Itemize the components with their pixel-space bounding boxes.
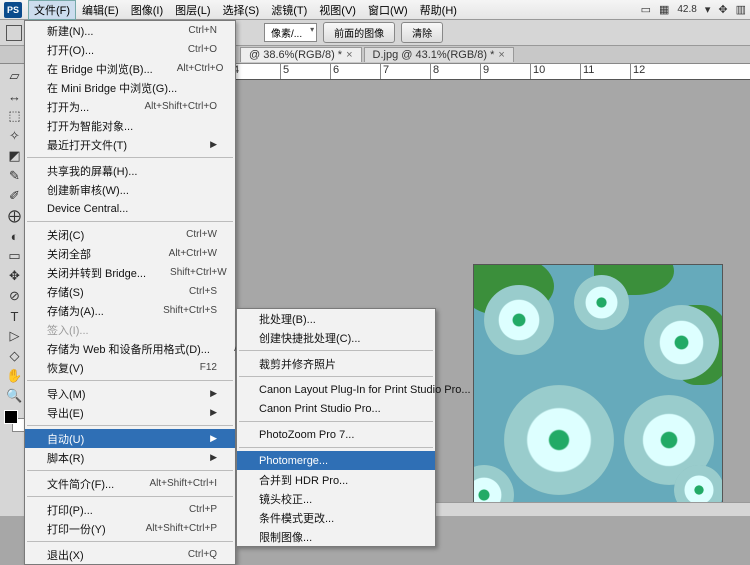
file-menu-item[interactable]: 自动(U)▶	[25, 429, 235, 448]
tool-16[interactable]: 🔍	[3, 386, 27, 406]
file-menu-item[interactable]: 关闭并转到 Bridge...Shift+Ctrl+W	[25, 263, 235, 282]
submenu-arrow-icon: ▶	[210, 388, 217, 399]
menu-帮助[interactable]: 帮助(H)	[414, 0, 463, 20]
automate-item[interactable]: Photomerge...	[237, 451, 435, 470]
file-menu-item[interactable]: 文件简介(F)...Alt+Shift+Ctrl+I	[25, 474, 235, 493]
tool-10[interactable]: ✥	[3, 266, 27, 286]
zoom-value[interactable]: 42.8	[677, 4, 696, 15]
file-menu-item[interactable]: 导出(E)▶	[25, 403, 235, 422]
tool-11[interactable]: ⊘	[3, 286, 27, 306]
automate-item[interactable]: 条件模式更改...	[237, 508, 435, 527]
document-tab[interactable]: D.jpg @ 43.1%(RGB/8) *×	[364, 47, 514, 62]
menubar-right: ▭ ▦ 42.8 ▾ ✥ ▥	[641, 3, 746, 16]
file-menu-item[interactable]: 打开为...Alt+Shift+Ctrl+O	[25, 97, 235, 116]
file-menu-item[interactable]: 打印(P)...Ctrl+P	[25, 500, 235, 519]
automate-item[interactable]: 限制图像...	[237, 527, 435, 546]
tool-4[interactable]: ◩	[3, 146, 27, 166]
file-menu-item[interactable]: 关闭(C)Ctrl+W	[25, 225, 235, 244]
file-menu-item[interactable]: 最近打开文件(T)▶	[25, 135, 235, 154]
layout-icon[interactable]: ▭	[641, 3, 651, 16]
automate-item[interactable]: 批处理(B)...	[237, 309, 435, 328]
file-menu-item[interactable]: 存储为 Web 和设备所用格式(D)...Alt+Shift+Ctrl+S	[25, 339, 235, 358]
file-menu-item[interactable]: 打开(O)...Ctrl+O	[25, 40, 235, 59]
menu-窗口[interactable]: 窗口(W)	[362, 0, 414, 20]
extras-icon[interactable]: ▥	[736, 3, 746, 16]
file-menu-item[interactable]: 新建(N)...Ctrl+N	[25, 21, 235, 40]
tool-2[interactable]: ⬚	[3, 106, 27, 126]
app-icon: PS	[4, 2, 22, 18]
unit-dropdown[interactable]: 像素/...	[264, 23, 317, 42]
file-menu-item[interactable]: Device Central...	[25, 199, 235, 218]
submenu-arrow-icon: ▶	[210, 139, 217, 150]
file-menu-item[interactable]: 在 Mini Bridge 中浏览(G)...	[25, 78, 235, 97]
file-menu-item[interactable]: 退出(X)Ctrl+Q	[25, 545, 235, 564]
automate-item[interactable]: 镜头校正...	[237, 489, 435, 508]
menu-编辑[interactable]: 编辑(E)	[76, 0, 125, 20]
tool-12[interactable]: T	[3, 306, 27, 326]
tool-3[interactable]: ✧	[3, 126, 27, 146]
front-image-button[interactable]: 前面的图像	[323, 22, 395, 43]
tool-1[interactable]: ↔	[3, 86, 27, 106]
file-menu-item[interactable]: 打开为智能对象...	[25, 116, 235, 135]
tool-5[interactable]: ✎	[3, 166, 27, 186]
automate-submenu: 批处理(B)...创建快捷批处理(C)... 裁剪并修齐照片 Canon Layou…	[236, 308, 436, 547]
menu-选择[interactable]: 选择(S)	[217, 0, 266, 20]
zoom-dropdown-icon[interactable]: ▾	[705, 3, 711, 16]
document-tab[interactable]: @ 38.6%(RGB/8) *×	[240, 47, 362, 62]
tool-6[interactable]: ✐	[3, 186, 27, 206]
tool-9[interactable]: ▭	[3, 246, 27, 266]
file-menu-item[interactable]: 恢复(V)F12	[25, 358, 235, 377]
file-menu-item[interactable]: 脚本(R)▶	[25, 448, 235, 467]
file-menu-item[interactable]: 在 Bridge 中浏览(B)...Alt+Ctrl+O	[25, 59, 235, 78]
file-menu-dropdown: 新建(N)...Ctrl+N打开(O)...Ctrl+O在 Bridge 中浏览…	[24, 20, 236, 565]
menu-文件[interactable]: 文件(F)	[28, 0, 76, 20]
menubar: PS 文件(F)编辑(E)图像(I)图层(L)选择(S)滤镜(T)视图(V)窗口…	[0, 0, 750, 20]
menu-图像[interactable]: 图像(I)	[125, 0, 169, 20]
automate-item[interactable]: Canon Layout Plug-In for Print Studio Pr…	[237, 380, 435, 399]
color-swatches[interactable]	[4, 410, 26, 432]
hand-icon[interactable]: ✥	[718, 3, 727, 16]
menu-图层[interactable]: 图层(L)	[169, 0, 216, 20]
close-icon[interactable]: ×	[346, 49, 352, 61]
clear-button[interactable]: 清除	[401, 22, 443, 43]
menu-滤镜[interactable]: 滤镜(T)	[265, 0, 313, 20]
file-menu-item[interactable]: 存储(S)Ctrl+S	[25, 282, 235, 301]
file-menu-item[interactable]: 存储为(A)...Shift+Ctrl+S	[25, 301, 235, 320]
automate-item[interactable]: 裁剪并修齐照片	[237, 354, 435, 373]
tool-14[interactable]: ◇	[3, 346, 27, 366]
file-menu-item[interactable]: 共享我的屏幕(H)...	[25, 161, 235, 180]
submenu-arrow-icon: ▶	[210, 433, 217, 444]
file-menu-item[interactable]: 创建新审核(W)...	[25, 180, 235, 199]
close-icon[interactable]: ×	[498, 49, 504, 61]
automate-item[interactable]: 合并到 HDR Pro...	[237, 470, 435, 489]
file-menu-item[interactable]: 关闭全部Alt+Ctrl+W	[25, 244, 235, 263]
submenu-arrow-icon: ▶	[210, 452, 217, 463]
tool-7[interactable]: ⨁	[3, 206, 27, 226]
document-window[interactable]	[474, 265, 722, 513]
tool-13[interactable]: ▷	[3, 326, 27, 346]
submenu-arrow-icon: ▶	[210, 407, 217, 418]
automate-item[interactable]: PhotoZoom Pro 7...	[237, 425, 435, 444]
tool-8[interactable]: ◐	[3, 226, 27, 246]
automate-item[interactable]: Canon Print Studio Pro...	[237, 399, 435, 418]
tool-15[interactable]: ✋	[3, 366, 27, 386]
file-menu-item[interactable]: 导入(M)▶	[25, 384, 235, 403]
automate-item[interactable]: 创建快捷批处理(C)...	[237, 328, 435, 347]
crop-tool-icon[interactable]	[6, 25, 22, 41]
file-menu-item: 签入(I)...	[25, 320, 235, 339]
screen-mode-icon[interactable]: ▦	[659, 3, 669, 16]
menu-视图[interactable]: 视图(V)	[313, 0, 362, 20]
tool-0[interactable]: ▱	[3, 66, 27, 86]
file-menu-item[interactable]: 打印一份(Y)Alt+Shift+Ctrl+P	[25, 519, 235, 538]
